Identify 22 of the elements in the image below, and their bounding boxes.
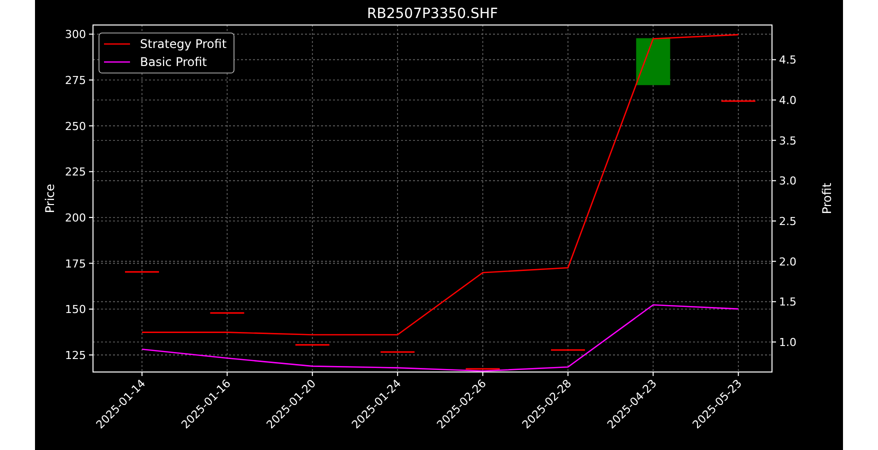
y-tick-label: 150 (65, 303, 86, 316)
y-tick-label: 250 (65, 120, 86, 133)
legend-label: Strategy Profit (140, 37, 227, 51)
y-tick-label: 4.0 (779, 94, 796, 108)
y-tick-label: 125 (65, 348, 86, 362)
y-tick-label: 300 (65, 28, 86, 42)
y-tick-label: 2.0 (779, 255, 796, 268)
y-tick-label: 200 (65, 211, 86, 224)
candle (636, 38, 670, 86)
y-tick-label: 1.5 (779, 296, 796, 309)
y-axis-label: Profit (820, 182, 834, 214)
y-tick-label: 1.0 (779, 336, 796, 349)
y-tick-label: 2.5 (779, 215, 796, 228)
y-tick-label: 3.0 (779, 174, 796, 188)
y-tick-label: 275 (65, 74, 86, 87)
y-axis-label: Price (43, 184, 57, 214)
y-tick-label: 4.5 (779, 54, 796, 67)
y-tick-label: 3.5 (779, 134, 796, 148)
y-tick-label: 175 (65, 257, 86, 270)
y-tick-label: 225 (65, 166, 86, 179)
legend-label: Basic Profit (140, 55, 207, 69)
chart-title: RB2507P3350.SHF (367, 6, 498, 22)
